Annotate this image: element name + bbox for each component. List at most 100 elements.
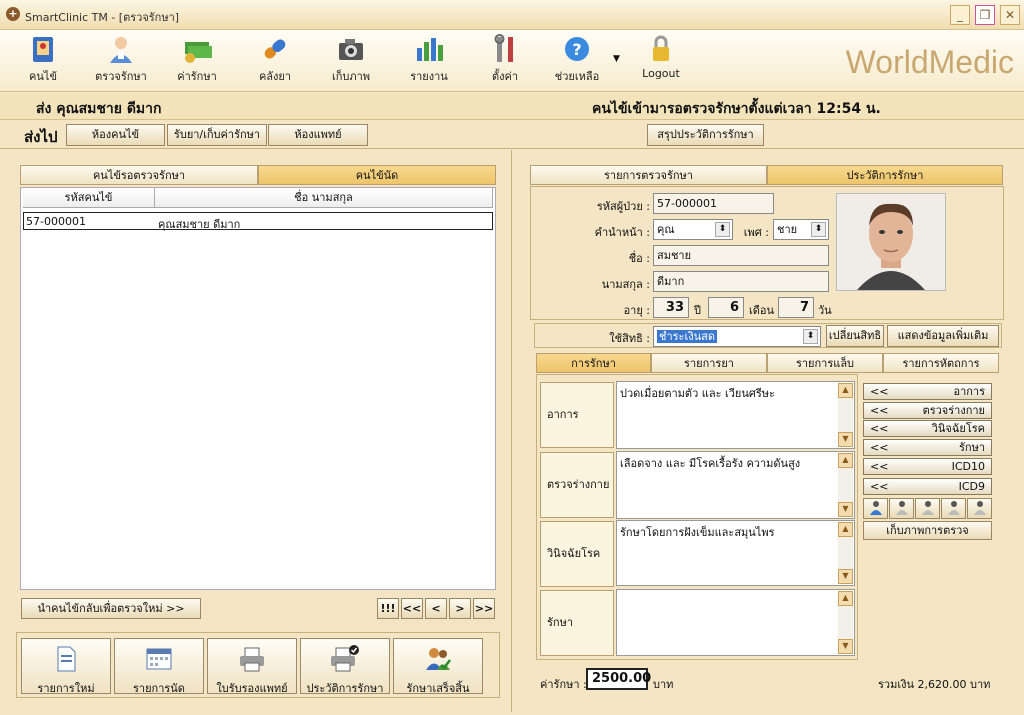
physical-exam-textarea[interactable]: เลือดจาง และ มีโรคเรื้อรัง ความดันสูง ▲ ▼ [616, 451, 855, 519]
prefix-label: คำนำหน้า : [594, 226, 650, 239]
scroll-up-icon[interactable]: ▲ [838, 591, 853, 606]
toolbar-patient[interactable]: คนไข้ [7, 30, 79, 90]
physical-exam-text: เลือดจาง และ มีโรคเรื้อรัง ความดันสูง [620, 457, 801, 470]
user-icon [947, 501, 960, 515]
subtab-lab[interactable]: รายการแล็บ [767, 353, 883, 373]
doctor-1-button[interactable] [863, 498, 888, 519]
app-icon: + [6, 7, 20, 21]
tab-waiting-patients[interactable]: คนไข้รอตรวจรักษา [20, 165, 258, 185]
age-days-field[interactable]: 7 [778, 297, 814, 318]
summary-history-button[interactable]: สรุปประวัติการรักษา [647, 124, 764, 146]
patient-table: รหัสคนไข้ ชื่อ นามสกุล 57-000001 คุณสมชา… [20, 187, 496, 590]
icd9-button[interactable]: << ICD9 [863, 478, 992, 495]
icd10-button[interactable]: << ICD10 [863, 458, 992, 475]
insert-physical-exam-button[interactable]: << ตรวจร่างกาย [863, 402, 992, 419]
chevron-updown-icon: ⬍ [811, 222, 826, 237]
brand-logo: WorldMedic [845, 44, 1014, 80]
scrollbar[interactable]: ▲ ▼ [838, 383, 853, 447]
return-patient-button[interactable]: นำคนไข้กลับเพื่อตรวจใหม่ >> [21, 598, 201, 619]
nav-all-button[interactable]: !!! [377, 598, 399, 619]
restore-button[interactable]: ❐ [975, 5, 995, 25]
capture-exam-image-button[interactable]: เก็บภาพการตรวจ [863, 521, 992, 540]
scroll-down-icon[interactable]: ▼ [838, 432, 853, 447]
medical-certificate-button[interactable]: ใบรับรองแพทย์ [207, 638, 297, 695]
scroll-up-icon[interactable]: ▲ [838, 522, 853, 537]
symptom-textarea[interactable]: ปวดเมื่อยตามตัว และ เวียนศรีษะ ▲ ▼ [616, 381, 855, 449]
subtab-procedures[interactable]: รายการหัตถการ [883, 353, 999, 373]
scroll-down-icon[interactable]: ▼ [838, 569, 853, 584]
doctor-5-button[interactable] [967, 498, 992, 519]
scrollbar[interactable]: ▲ ▼ [838, 591, 853, 654]
table-row[interactable]: 57-000001 คุณสมชาย ดีมาก [23, 212, 493, 231]
send-pharmacy-button[interactable]: รับยา/เก็บค่ารักษา [167, 124, 267, 146]
tab-examination[interactable]: รายการตรวจรักษา [530, 165, 767, 185]
scroll-down-icon[interactable]: ▼ [838, 639, 853, 654]
col-header-name[interactable]: ชื่อ นามสกุล [155, 188, 493, 208]
diagnosis-textarea[interactable]: รักษาโดยการฝังเข็มและสมุนไพร ▲ ▼ [616, 520, 855, 586]
appointments-button[interactable]: รายการนัด [114, 638, 204, 695]
subtab-drugs[interactable]: รายการยา [651, 353, 767, 373]
treatment-textarea[interactable]: ▲ ▼ [616, 589, 855, 656]
first-name-label: ชื่อ : [628, 252, 650, 265]
toolbar-pharmacy[interactable]: คลังยา [239, 30, 311, 90]
chevron-left-icon: << [870, 460, 889, 473]
scroll-up-icon[interactable]: ▲ [838, 453, 853, 468]
scrollbar[interactable]: ▲ ▼ [838, 453, 853, 517]
divider [511, 150, 512, 712]
insert-diagnosis-button[interactable]: << วินิจฉัยโรค [863, 420, 992, 437]
change-rights-button[interactable]: เปลี่ยนสิทธิ [826, 325, 884, 347]
toolbar-examine[interactable]: ตรวจรักษา [85, 30, 157, 90]
help-dropdown-icon[interactable]: ▼ [613, 54, 620, 64]
title-bar: + SmartClinic TM - [ตรวจรักษา] _ ❐ ✕ [0, 0, 1024, 30]
minimize-button[interactable]: _ [950, 5, 970, 25]
tab-treatment-history[interactable]: ประวัติการรักษา [767, 165, 1003, 185]
col-header-id[interactable]: รหัสคนไข้ [23, 188, 155, 208]
doctor-2-button[interactable] [889, 498, 914, 519]
rights-select[interactable]: ชำระเงินสด ⬍ [653, 326, 821, 347]
toolbar-logout[interactable]: Logout [625, 30, 697, 90]
nav-first-button[interactable]: << [401, 598, 423, 619]
cell-name: คุณสมชาย ดีมาก [158, 218, 241, 231]
toolbar-help[interactable]: ? ช่วยเหลือ [541, 30, 613, 90]
fee-input[interactable]: 2500.00 [586, 668, 651, 690]
nav-last-button[interactable]: >> [473, 598, 495, 619]
close-button[interactable]: ✕ [1000, 5, 1020, 25]
treatment-history-button[interactable]: ประวัติการรักษา [300, 638, 390, 695]
subtab-treatment[interactable]: การรักษา [536, 353, 651, 373]
fee-label: ค่ารักษา : [540, 678, 587, 691]
camera-icon [339, 39, 363, 60]
age-years-field[interactable]: 33 [653, 297, 689, 318]
printer-check-icon [331, 645, 359, 672]
gender-select[interactable]: ชาย ⬍ [773, 219, 829, 240]
chevron-updown-icon: ⬍ [715, 222, 730, 237]
tab-appointment-patients[interactable]: คนไข้นัด [258, 165, 496, 185]
patient-id-field[interactable]: 57-000001 [653, 193, 774, 214]
insert-treatment-button[interactable]: << รักษา [863, 439, 992, 456]
send-patient-room-button[interactable]: ห้องคนไข้ [66, 124, 165, 146]
scroll-down-icon[interactable]: ▼ [838, 502, 853, 517]
prefix-select[interactable]: คุณ ⬍ [653, 219, 733, 240]
nav-prev-button[interactable]: < [425, 598, 447, 619]
send-doctor-room-button[interactable]: ห้องแพทย์ [268, 124, 368, 146]
toolbar-settings[interactable]: ตั้งค่า [469, 30, 541, 90]
patient-photo[interactable] [836, 193, 946, 291]
show-more-button[interactable]: แสดงข้อมูลเพิ่มเติม [887, 325, 999, 347]
prefix-value: คุณ [657, 223, 675, 236]
last-name-field[interactable]: ดีมาก [653, 271, 829, 292]
gender-value: ชาย [777, 223, 798, 236]
nav-next-button[interactable]: > [449, 598, 471, 619]
toolbar-fee[interactable]: ค่ารักษา [161, 30, 233, 90]
age-months-field[interactable]: 6 [708, 297, 744, 318]
current-patient: ส่ง คุณสมชาย ดีมาก [36, 101, 162, 117]
new-entry-button[interactable]: รายการใหม่ [21, 638, 111, 695]
toolbar-camera[interactable]: เก็บภาพ [315, 30, 387, 90]
first-name-field[interactable]: สมชาย [653, 245, 829, 266]
scrollbar[interactable]: ▲ ▼ [838, 522, 853, 584]
doctor-3-button[interactable] [915, 498, 940, 519]
doctor-4-button[interactable] [941, 498, 966, 519]
toolbar-report[interactable]: รายงาน [393, 30, 465, 90]
insert-symptom-button[interactable]: << อาการ [863, 383, 992, 400]
scroll-up-icon[interactable]: ▲ [838, 383, 853, 398]
months-unit: เดือน [749, 304, 775, 317]
finish-treatment-button[interactable]: รักษาเสร็จสิ้น [393, 638, 483, 695]
